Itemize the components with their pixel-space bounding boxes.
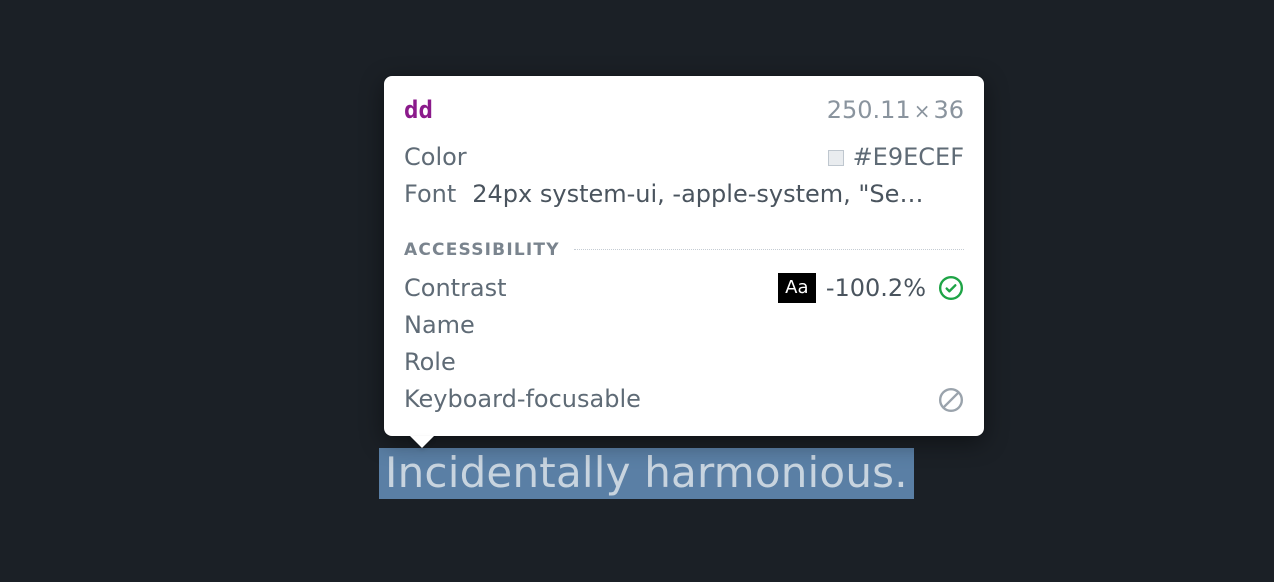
accessibility-title: ACCESSIBILITY — [404, 240, 560, 260]
contrast-sample-chip: Aa — [778, 273, 816, 303]
color-value: #E9ECEF — [853, 143, 964, 171]
check-circle-icon — [938, 275, 964, 301]
name-label: Name — [404, 307, 475, 344]
element-inspector-tooltip: dd 250.11×36 Color #E9ECEF Font 24px sys… — [384, 76, 984, 436]
color-row: Color #E9ECEF — [404, 139, 964, 176]
dimensions-height: 36 — [933, 96, 964, 124]
contrast-row: Contrast Aa -100.2% — [404, 270, 964, 307]
role-row: Role — [404, 344, 964, 381]
contrast-label: Contrast — [404, 270, 507, 307]
dimensions-times-icon: × — [914, 99, 931, 123]
color-value-wrap: #E9ECEF — [828, 139, 964, 176]
color-label: Color — [404, 139, 467, 176]
inspected-element-highlight: Incidentally harmonious. — [379, 448, 914, 499]
inspected-element-text: Incidentally harmonious. — [385, 448, 908, 497]
contrast-value: -100.2% — [826, 270, 926, 307]
role-label: Role — [404, 344, 456, 381]
font-value: 24px system-ui, -apple-system, "Segoe… — [472, 176, 932, 213]
keyboard-focusable-row: Keyboard-focusable — [404, 381, 964, 418]
element-tag: dd — [404, 92, 433, 129]
element-dimensions: 250.11×36 — [827, 92, 964, 129]
name-row: Name — [404, 307, 964, 344]
not-available-icon — [938, 387, 964, 413]
accessibility-section-header: ACCESSIBILITY — [404, 240, 964, 260]
color-swatch-icon — [828, 150, 844, 166]
font-label: Font — [404, 176, 456, 213]
keyboard-focusable-label: Keyboard-focusable — [404, 381, 641, 418]
section-rule — [574, 249, 964, 250]
font-row: Font 24px system-ui, -apple-system, "Seg… — [404, 176, 964, 213]
tag-dimensions-row: dd 250.11×36 — [404, 92, 964, 129]
dimensions-width: 250.11 — [827, 96, 911, 124]
